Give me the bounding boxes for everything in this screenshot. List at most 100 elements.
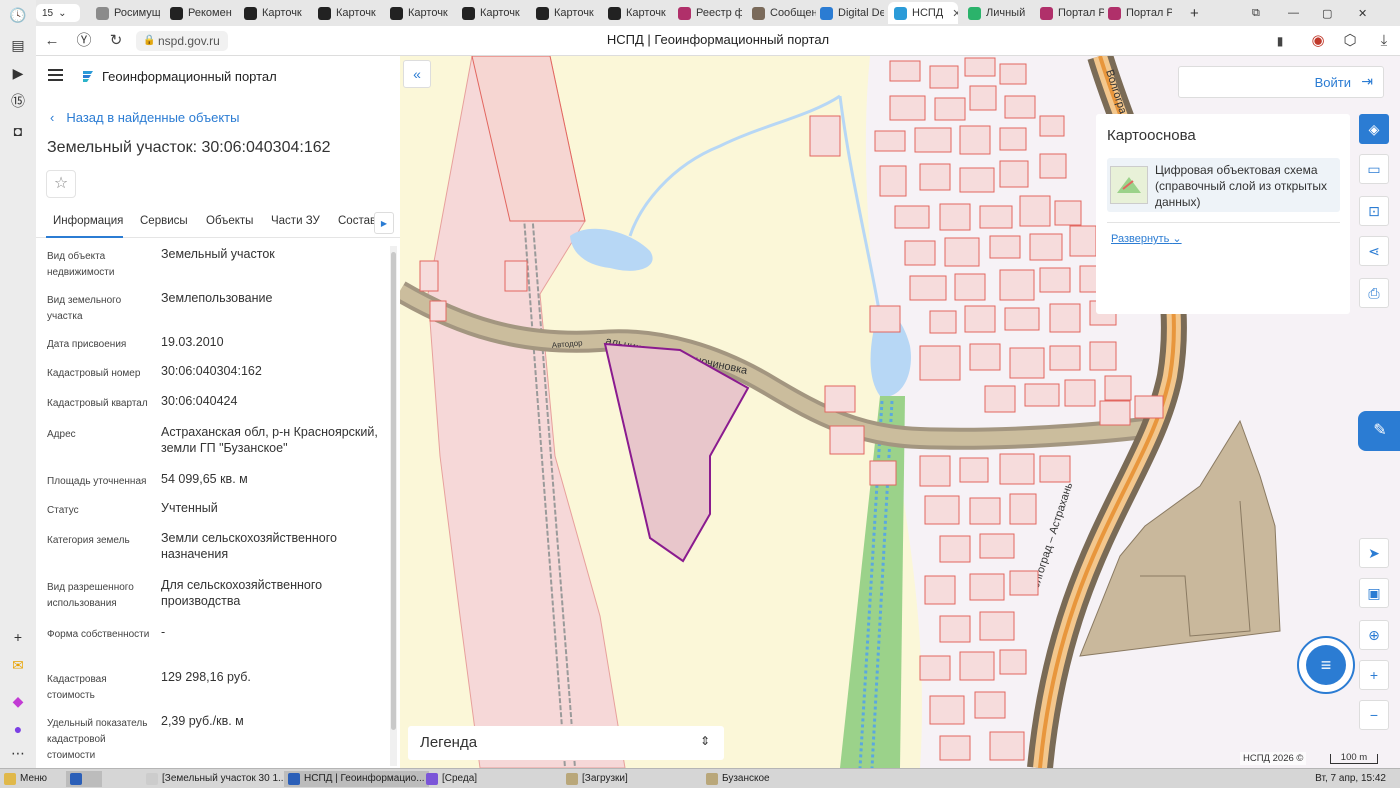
cadastral-parcel[interactable] <box>894 205 930 229</box>
cadastral-parcel[interactable] <box>919 455 951 487</box>
cadastral-parcel[interactable] <box>999 160 1029 188</box>
cadastral-parcel[interactable] <box>419 260 439 292</box>
browser-tab[interactable]: Карточк <box>602 2 672 24</box>
cadastral-parcel[interactable] <box>969 85 997 111</box>
mail-icon[interactable]: ✉ <box>9 656 27 674</box>
cadastral-parcel[interactable] <box>929 695 965 725</box>
maximize-icon[interactable]: ▢ <box>1316 2 1336 24</box>
cadastral-parcel[interactable] <box>959 167 995 193</box>
cadastral-parcel[interactable] <box>979 611 1015 641</box>
extension-icon[interactable]: ◉ <box>1308 31 1328 51</box>
cadastral-parcel[interactable] <box>999 649 1027 675</box>
print-button[interactable]: ⎙ <box>1359 278 1389 308</box>
start-menu-button[interactable]: Меню <box>4 771 47 787</box>
expand-basemap-link[interactable]: Развернуть ⌄ <box>1111 232 1182 245</box>
chat-button[interactable]: ≡ <box>1297 636 1355 694</box>
cadastral-parcel[interactable] <box>919 163 951 191</box>
screenshot-icon[interactable]: ◘ <box>9 122 27 140</box>
cadastral-parcel[interactable] <box>1019 195 1051 227</box>
browser-tab[interactable]: Сообщен <box>746 2 816 24</box>
cadastral-parcel[interactable] <box>959 125 991 155</box>
cadastral-parcel[interactable] <box>969 497 1001 525</box>
cadastral-parcel[interactable] <box>964 57 996 77</box>
tab-services[interactable]: Сервисы <box>140 215 188 227</box>
cadastral-parcel[interactable] <box>1104 375 1132 401</box>
cadastral-parcel[interactable] <box>1064 379 1096 407</box>
cadastral-parcel[interactable] <box>964 305 996 333</box>
cadastral-parcel[interactable] <box>954 273 986 301</box>
tab-counter[interactable]: 15 ⌄ <box>36 4 80 22</box>
login-button[interactable]: Войти ⇥ <box>1178 66 1384 98</box>
tab-composition[interactable]: Состав <box>338 215 376 227</box>
taskbar-item-5[interactable]: Бузанское <box>706 771 770 787</box>
taskbar-item-2[interactable]: НСПД | Геоинформацио... <box>284 771 429 787</box>
cadastral-parcel[interactable] <box>979 205 1013 229</box>
extensions-icon[interactable]: ⬡ <box>1340 31 1360 51</box>
back-to-results-link[interactable]: ‹ Назад в найденные объекты <box>50 110 239 125</box>
taskbar-item-3[interactable]: [Среда] <box>426 771 477 787</box>
minimize-icon[interactable]: — <box>1282 2 1302 24</box>
basemap-layer-item[interactable]: Цифровая объектовая схема (справочный сл… <box>1107 158 1340 212</box>
map-view[interactable]: Автодор альниковый – Разночиновка Волгог… <box>400 56 1400 768</box>
taskbar-item-4[interactable]: [Загрузки] <box>566 771 628 787</box>
cadastral-parcel[interactable] <box>889 60 921 82</box>
cadastral-parcel[interactable] <box>874 130 906 152</box>
legend-dropdown[interactable]: Легенда ⇕ <box>408 726 724 760</box>
minimap-button[interactable]: ▣ <box>1359 578 1389 608</box>
browser-tab[interactable]: Росимущ <box>90 2 160 24</box>
cadastral-parcel[interactable] <box>939 735 971 761</box>
cadastral-parcel[interactable] <box>999 63 1027 85</box>
cadastral-parcel[interactable] <box>979 533 1015 559</box>
cadastral-parcel[interactable] <box>939 535 971 563</box>
yandex-launcher[interactable] <box>66 771 102 787</box>
cadastral-parcel[interactable] <box>809 115 841 157</box>
help-tab[interactable]: ✎ <box>1358 411 1400 451</box>
cadastral-parcel[interactable] <box>1024 383 1060 407</box>
tab-parts[interactable]: Части ЗУ <box>271 215 320 227</box>
cadastral-parcel[interactable] <box>429 300 447 322</box>
tab-information[interactable]: Информация <box>53 215 123 227</box>
cadastral-parcel[interactable] <box>989 235 1021 259</box>
browser-tab[interactable]: Карточк <box>530 2 600 24</box>
browser-tab[interactable]: Реестр ф <box>672 2 742 24</box>
cadastral-parcel[interactable] <box>989 731 1025 761</box>
cadastral-parcel[interactable] <box>1009 347 1045 379</box>
cadastral-parcel[interactable] <box>1049 345 1081 371</box>
cadastral-parcel[interactable] <box>879 165 907 197</box>
tab-objects[interactable]: Объекты <box>206 215 253 227</box>
new-tab-button[interactable]: + <box>1184 2 1204 24</box>
panel-scrollbar-thumb[interactable] <box>391 252 396 730</box>
cadastral-parcel[interactable] <box>924 575 956 605</box>
collapse-panel-button[interactable]: « <box>403 60 431 88</box>
play-icon[interactable]: ▶ <box>9 64 27 82</box>
cadastral-parcel[interactable] <box>1039 115 1065 137</box>
add-icon[interactable]: + <box>9 628 27 646</box>
cadastral-parcel[interactable] <box>1134 395 1164 419</box>
browser-tab[interactable]: Личный <box>962 2 1032 24</box>
zoom-in-button[interactable]: + <box>1359 660 1389 690</box>
cadastral-parcel[interactable] <box>969 343 1001 371</box>
browser-tab[interactable]: Портал Р <box>1034 2 1104 24</box>
cadastral-parcel[interactable] <box>919 655 951 681</box>
favorite-button[interactable]: ☆ <box>46 170 76 198</box>
bookmark-icon[interactable]: ▮ <box>1270 31 1290 51</box>
cadastral-parcel[interactable] <box>504 260 528 292</box>
cadastral-parcel[interactable] <box>924 495 960 525</box>
cadastral-parcel[interactable] <box>959 651 995 681</box>
close-tab-icon[interactable]: ✕ <box>952 7 958 20</box>
market-icon[interactable]: ◆ <box>9 692 27 710</box>
layers-button[interactable]: ◈ <box>1359 114 1389 144</box>
cadastral-parcel[interactable] <box>929 65 959 89</box>
search-area-button[interactable]: ⊡ <box>1359 196 1389 226</box>
cadastral-parcel[interactable] <box>1039 267 1071 293</box>
calendar-icon[interactable]: ⑮ <box>9 92 27 110</box>
browser-tab[interactable]: Рекомен <box>164 2 234 24</box>
measure-button[interactable]: ▭ <box>1359 154 1389 184</box>
cadastral-parcel[interactable] <box>889 95 926 121</box>
cadastral-parcel[interactable] <box>1049 303 1081 333</box>
cadastral-parcel[interactable] <box>869 460 897 486</box>
cadastral-parcel[interactable] <box>1039 153 1067 179</box>
cadastral-parcel[interactable] <box>904 240 936 266</box>
browser-tab[interactable]: Портал Р <box>1102 2 1172 24</box>
zoom-out-button[interactable]: − <box>1359 700 1389 730</box>
